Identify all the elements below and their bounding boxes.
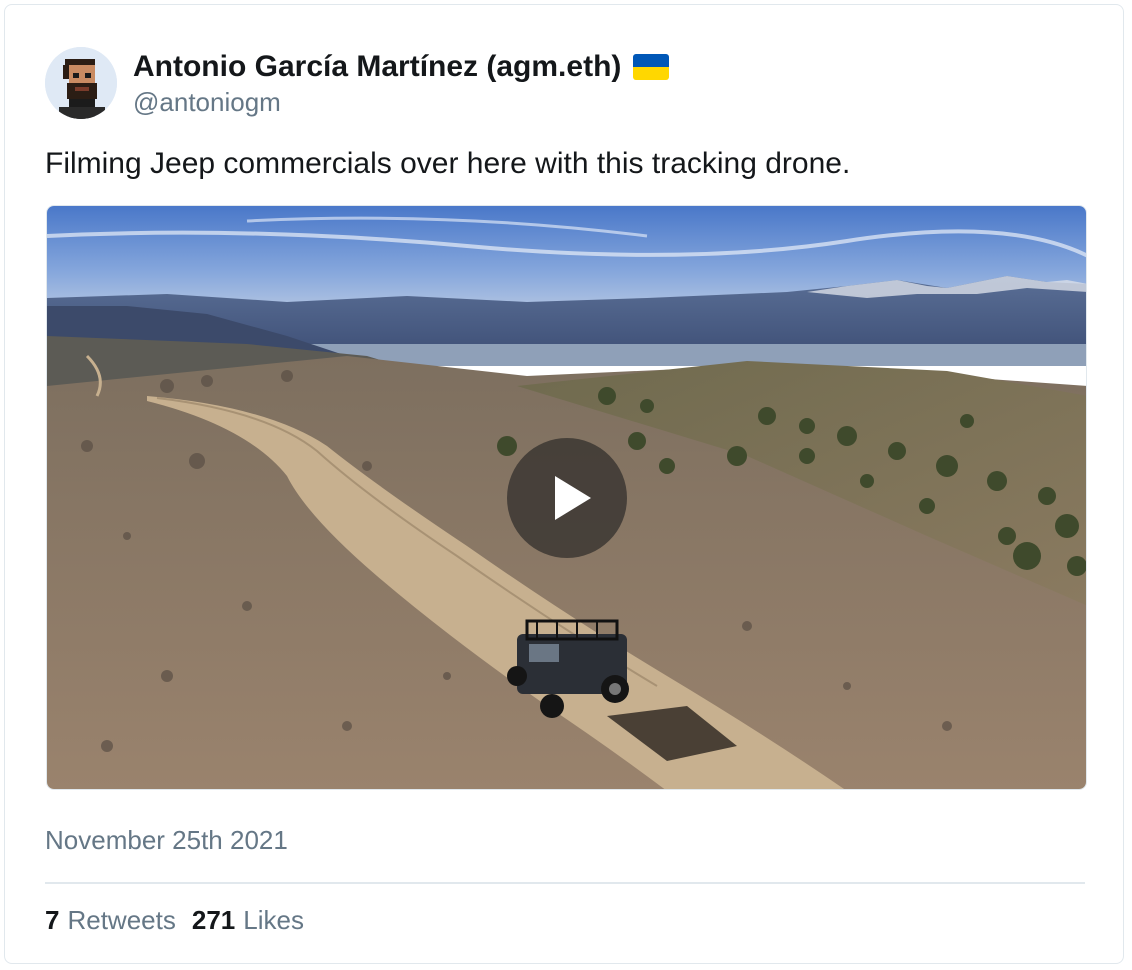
retweets-count: 7	[45, 905, 60, 935]
tweet-date[interactable]: November 25th 2021	[45, 825, 288, 856]
author-handle[interactable]: @antoniogm	[133, 87, 669, 118]
tweet-stats: 7 Retweets 271 Likes	[45, 905, 320, 936]
avatar[interactable]	[45, 47, 117, 119]
likes-label: Likes	[243, 905, 304, 935]
video-player[interactable]	[46, 205, 1087, 790]
play-button[interactable]	[507, 438, 627, 558]
ukraine-flag-icon	[633, 53, 670, 80]
author-display-name[interactable]: Antonio García Martínez (agm.eth)	[133, 50, 621, 84]
divider	[45, 882, 1085, 884]
pixel-art-avatar-icon	[45, 47, 117, 119]
tweet-header: Antonio García Martínez (agm.eth) @anton…	[45, 45, 670, 121]
display-name-row: Antonio García Martínez (agm.eth)	[133, 49, 670, 85]
retweets-label: Retweets	[67, 905, 176, 935]
likes-stat[interactable]: 271 Likes	[192, 905, 304, 936]
play-icon	[555, 476, 591, 520]
tweet-text: Filming Jeep commercials over here with …	[45, 147, 851, 180]
tweet-card[interactable]: Antonio García Martínez (agm.eth) @anton…	[4, 4, 1124, 964]
likes-count: 271	[191, 905, 236, 935]
author-names: Antonio García Martínez (agm.eth) @anton…	[133, 49, 670, 118]
retweets-stat[interactable]: 7 Retweets	[45, 905, 176, 936]
